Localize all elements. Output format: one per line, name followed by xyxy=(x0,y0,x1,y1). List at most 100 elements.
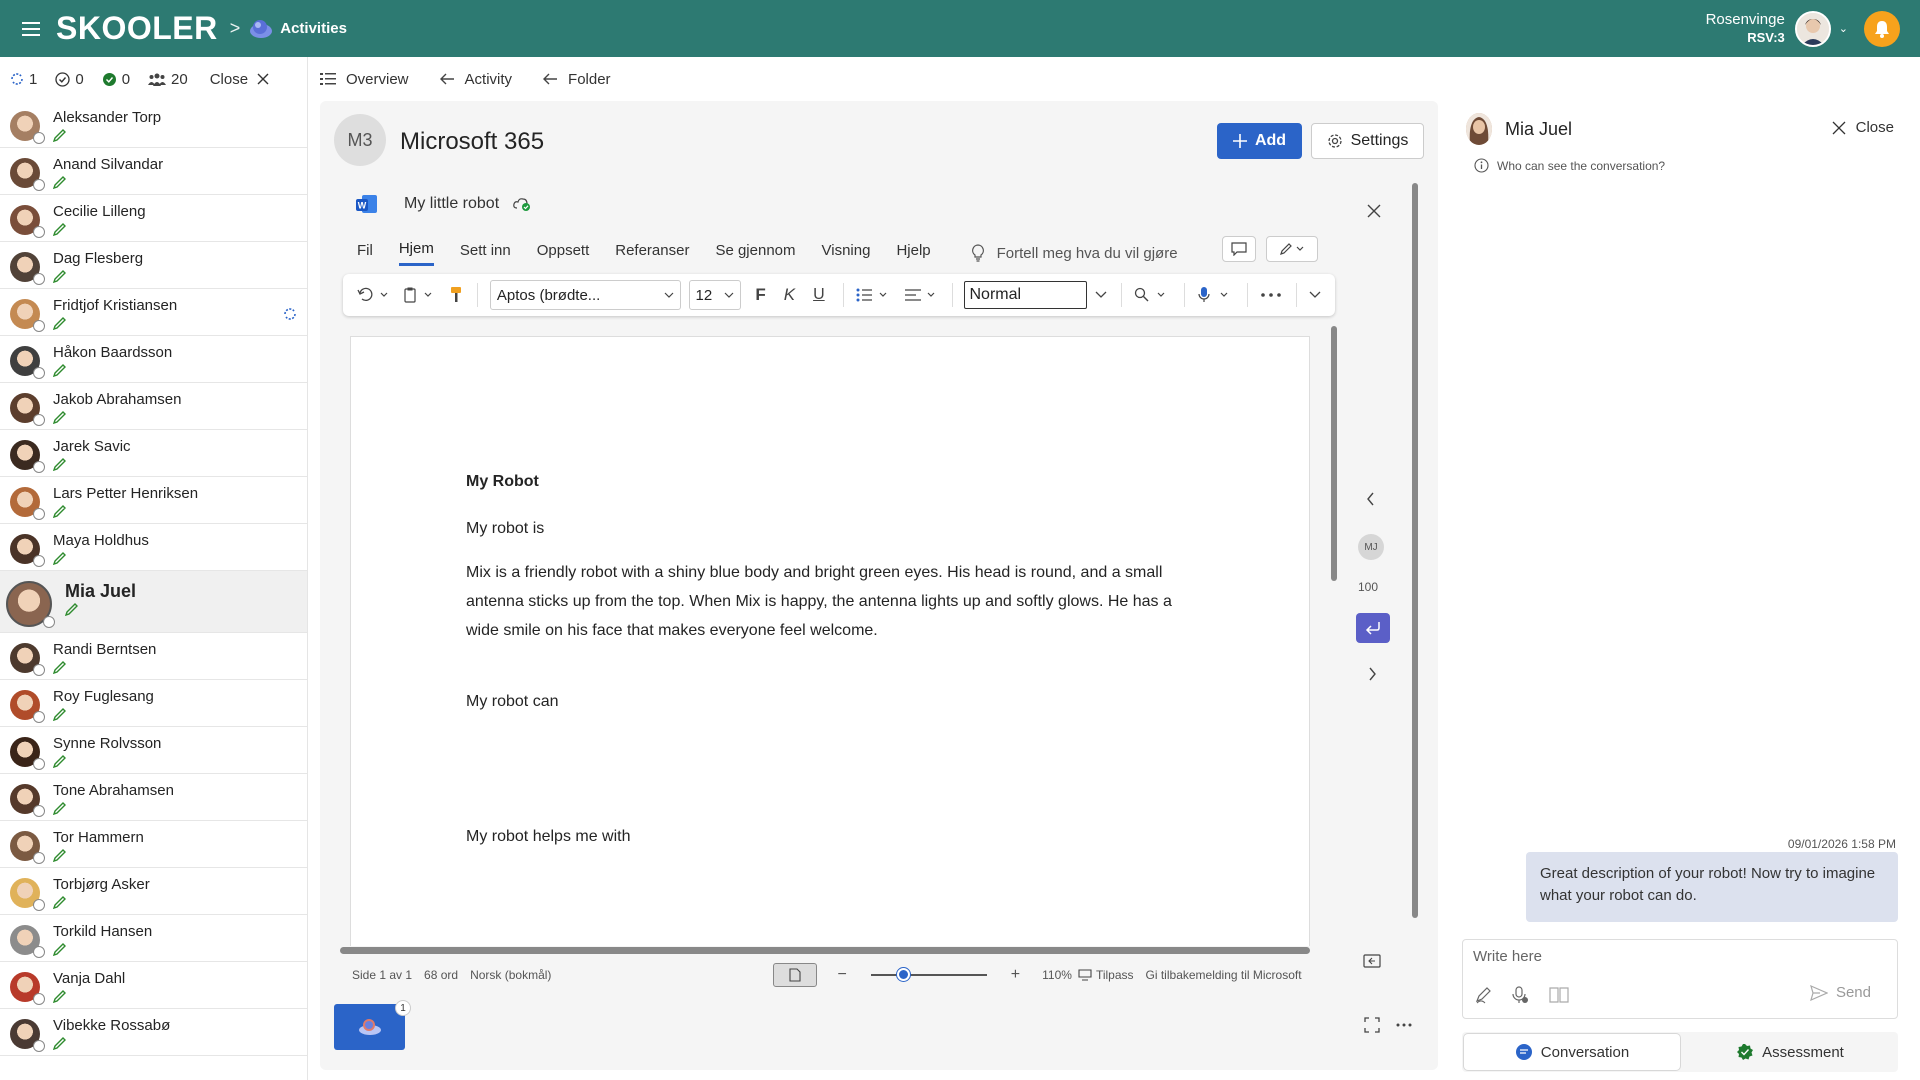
immersive-reader-icon[interactable] xyxy=(1549,986,1569,1004)
style-select[interactable]: Normal xyxy=(964,281,1088,309)
hamburger-menu-icon[interactable] xyxy=(0,0,62,57)
tab-overview[interactable]: Overview xyxy=(320,71,409,88)
skooler-logo[interactable]: SKOOLER xyxy=(56,10,218,47)
student-initials-badge[interactable]: MJ xyxy=(1358,534,1384,560)
zoom-slider-knob[interactable] xyxy=(896,968,910,981)
student-row[interactable]: Jakob Abrahamsen xyxy=(0,383,307,430)
student-row[interactable]: Roy Fuglesang xyxy=(0,680,307,727)
add-button[interactable]: Add xyxy=(1217,123,1302,159)
document-name[interactable]: My little robot xyxy=(404,195,499,213)
zoom-slider[interactable] xyxy=(870,968,987,981)
close-list-button[interactable]: Close xyxy=(210,71,269,88)
fullscreen-icon[interactable] xyxy=(1364,1017,1380,1033)
ribbon-tab[interactable]: Se gjennom xyxy=(715,242,795,265)
zoom-out-icon[interactable]: − xyxy=(837,966,846,984)
page-view-button[interactable] xyxy=(773,963,818,987)
who-can-see-link[interactable]: Who can see the conversation? xyxy=(1474,158,1665,173)
ribbon-tab[interactable]: Referanser xyxy=(615,242,689,265)
tab-folder[interactable]: Folder xyxy=(542,71,611,88)
vertical-scrollbar[interactable] xyxy=(1331,326,1337,581)
message-input[interactable] xyxy=(1473,948,1873,965)
score-value[interactable]: 100 xyxy=(1358,580,1378,594)
find-button[interactable] xyxy=(1134,287,1170,303)
done-count[interactable]: 0 xyxy=(55,71,84,88)
document-page[interactable]: My Robot My robot is Mix is a friendly r… xyxy=(350,336,1310,946)
comment-icon xyxy=(1231,242,1247,256)
return-button[interactable] xyxy=(1356,613,1390,643)
fit-button[interactable]: Tilpass xyxy=(1096,968,1134,982)
chevron-left-icon[interactable] xyxy=(1366,492,1376,506)
pencil-icon xyxy=(53,1037,66,1050)
zoom-in-icon[interactable]: + xyxy=(1011,966,1020,984)
tell-me-search[interactable]: Fortell meg hva du vil gjøre xyxy=(971,244,1178,262)
align-button[interactable] xyxy=(904,287,938,303)
student-row[interactable]: Mia Juel xyxy=(0,571,307,633)
format-painter-button[interactable] xyxy=(449,286,463,304)
style-dropdown[interactable] xyxy=(1095,291,1107,299)
student-row[interactable]: Aleksander Torp xyxy=(0,101,307,148)
student-row[interactable]: Cecilie Lilleng xyxy=(0,195,307,242)
feedback-link[interactable]: Gi tilbakemelding til Microsoft xyxy=(1146,968,1302,982)
ribbon-tab[interactable]: Hjem xyxy=(398,240,434,266)
bullets-button[interactable] xyxy=(856,287,890,303)
ribbon-tab[interactable]: Sett inn xyxy=(460,242,511,265)
chevron-down-icon[interactable]: ⌄ xyxy=(1839,22,1848,35)
bold-button[interactable]: F xyxy=(755,285,765,305)
tab-conversation[interactable]: Conversation xyxy=(1464,1034,1680,1070)
student-row[interactable]: Synne Rolvsson xyxy=(0,727,307,774)
ribbon-tab[interactable]: Oppsett xyxy=(537,242,590,265)
student-row[interactable]: Vibekke Rossabø xyxy=(0,1009,307,1056)
voice-record-icon[interactable] xyxy=(1511,986,1529,1004)
ribbon-tab[interactable]: Hjelp xyxy=(896,242,930,265)
student-row[interactable]: Lars Petter Henriksen xyxy=(0,477,307,524)
more-horizontal-icon[interactable] xyxy=(1396,1023,1412,1027)
chevron-right-icon[interactable] xyxy=(1368,667,1378,681)
horizontal-scrollbar[interactable] xyxy=(340,947,1310,954)
ribbon-tab[interactable]: Fil xyxy=(357,242,373,265)
comments-button[interactable] xyxy=(1222,236,1256,262)
student-row[interactable]: Maya Holdhus xyxy=(0,524,307,571)
tab-assessment[interactable]: Assessment xyxy=(1682,1032,1898,1072)
undo-button[interactable] xyxy=(357,287,389,303)
user-menu[interactable]: Rosenvinge RSV:3 ⌄ xyxy=(1706,0,1900,57)
student-row[interactable]: Håkon Baardsson xyxy=(0,336,307,383)
settings-button[interactable]: Settings xyxy=(1311,123,1424,159)
editing-mode-button[interactable] xyxy=(1266,236,1318,262)
dictate-button[interactable] xyxy=(1197,286,1233,304)
send-button[interactable]: Send xyxy=(1810,984,1871,1001)
panel-toggle-icon[interactable] xyxy=(1363,954,1381,968)
student-row[interactable]: Anand Silvandar xyxy=(0,148,307,195)
expand-ribbon-button[interactable] xyxy=(1309,291,1321,299)
student-row[interactable]: Fridtjof Kristiansen xyxy=(0,289,307,336)
student-row[interactable]: Tor Hammern xyxy=(0,821,307,868)
italic-button[interactable]: K xyxy=(784,285,795,305)
student-row[interactable]: Randi Berntsen xyxy=(0,633,307,680)
font-size-select[interactable]: 12 xyxy=(688,280,742,310)
pinned-activity-button[interactable]: 1 xyxy=(334,1000,411,1050)
student-row[interactable]: Tone Abrahamsen xyxy=(0,774,307,821)
bell-icon[interactable] xyxy=(1864,10,1900,47)
paste-button[interactable] xyxy=(403,287,435,303)
font-family-select[interactable]: Aptos (brødte... xyxy=(489,280,681,310)
ribbon-tab[interactable]: Visning xyxy=(822,242,871,265)
tab-activity[interactable]: Activity xyxy=(439,71,512,88)
more-options-button[interactable] xyxy=(1260,293,1282,297)
underline-button[interactable]: U xyxy=(813,286,825,304)
student-row[interactable]: Dag Flesberg xyxy=(0,242,307,289)
language[interactable]: Norsk (bokmål) xyxy=(470,968,551,982)
student-row[interactable]: Torbjørg Asker xyxy=(0,868,307,915)
zoom-level[interactable]: 110% xyxy=(1042,968,1072,982)
students-count[interactable]: 20 xyxy=(148,71,188,88)
sync-count[interactable]: 1 xyxy=(10,71,37,88)
handwriting-icon[interactable] xyxy=(1475,986,1493,1004)
word-count[interactable]: 68 ord xyxy=(424,968,458,982)
student-row[interactable]: Torkild Hansen xyxy=(0,915,307,962)
close-document-button[interactable] xyxy=(1366,203,1382,224)
student-row[interactable]: Jarek Savic xyxy=(0,430,307,477)
rail-scrollbar[interactable] xyxy=(1412,183,1418,918)
assessed-count[interactable]: 0 xyxy=(102,71,130,88)
user-avatar[interactable] xyxy=(1794,10,1831,47)
close-conversation-button[interactable]: Close xyxy=(1832,119,1894,136)
student-row[interactable]: Vanja Dahl xyxy=(0,962,307,1009)
breadcrumb-activities[interactable]: Activities xyxy=(280,20,347,37)
